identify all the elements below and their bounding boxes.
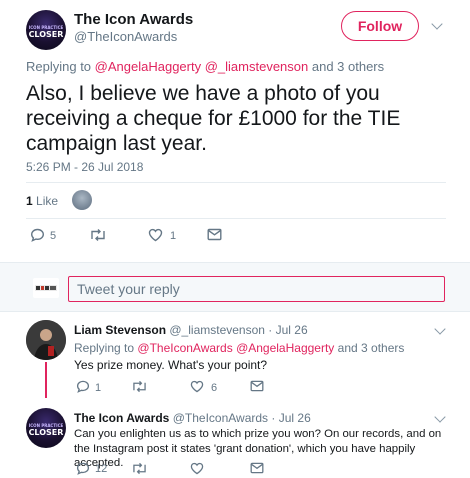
author-handle[interactable]: @TheIconAwards (74, 29, 177, 44)
divider (26, 182, 446, 183)
reply-author-name[interactable]: The Icon Awards (74, 411, 169, 425)
author-avatar[interactable]: ICON PRACTICE CLOSER (26, 10, 66, 50)
divider (26, 218, 446, 219)
reply-input[interactable]: Tweet your reply (68, 276, 445, 302)
retweet-icon[interactable] (89, 228, 107, 242)
reply-date[interactable]: · Jul 26 (268, 323, 307, 337)
reply-date[interactable]: · Jul 26 (271, 411, 310, 425)
reply-replying-to-line: Replying to @TheIconAwards @AngelaHagger… (74, 341, 404, 355)
reply-avatar[interactable] (26, 320, 66, 360)
reply-like-count: 6 (211, 382, 218, 394)
avatar-text-bottom: CLOSER (28, 30, 64, 39)
avatar-text-bottom: CLOSER (28, 428, 64, 437)
reply-more-chevron-icon[interactable] (434, 323, 446, 335)
reply-like-icon[interactable] (190, 380, 204, 393)
author-name[interactable]: The Icon Awards (74, 11, 193, 28)
like-stats-count: 1 (26, 194, 33, 208)
tweet-text: Also, I believe we have a photo of you r… (26, 82, 401, 155)
follow-button[interactable]: Follow (341, 11, 419, 41)
reply-message-icon[interactable] (250, 462, 264, 474)
composer-avatar (33, 278, 59, 298)
reply-reply-icon[interactable] (76, 462, 90, 475)
reply-reply-count: 12 (95, 463, 108, 475)
reply-avatar[interactable]: ICON PRACTICE CLOSER (26, 408, 66, 448)
reply-retweet-icon[interactable] (131, 380, 148, 393)
reply-more-chevron-icon[interactable] (434, 411, 446, 423)
reply-header: The Icon Awards @TheIconAwards · Jul 26 (74, 411, 311, 425)
reply-replying-to-mentions[interactable]: @TheIconAwards @AngelaHaggerty (137, 341, 334, 355)
reply-author-name[interactable]: Liam Stevenson (74, 323, 166, 337)
reply-author-handle[interactable]: @_liamstevenson (169, 323, 265, 337)
reply-text: Yes prize money. What's your point? (74, 358, 268, 372)
liker-avatar[interactable] (72, 190, 92, 210)
reply-message-icon[interactable] (250, 380, 264, 392)
more-options-chevron-icon[interactable] (431, 18, 443, 30)
replying-to-others[interactable]: and 3 others (312, 59, 384, 74)
reply-input-placeholder: Tweet your reply (77, 281, 180, 297)
reply-retweet-icon[interactable] (131, 462, 148, 475)
reply-author-handle[interactable]: @TheIconAwards (173, 411, 268, 425)
like-icon[interactable] (148, 228, 163, 242)
replying-to-line: Replying to @AngelaHaggerty @_liamsteven… (26, 59, 384, 74)
replying-to-mentions[interactable]: @AngelaHaggerty @_liamstevenson (95, 59, 309, 74)
like-count: 1 (170, 230, 177, 242)
like-stats-label: Like (36, 194, 59, 208)
reply-header: Liam Stevenson @_liamstevenson · Jul 26 (74, 323, 308, 337)
reply-icon[interactable] (30, 228, 45, 242)
reply-like-icon[interactable] (190, 462, 204, 475)
reply-count: 5 (50, 230, 57, 242)
replying-to-prefix: Replying to (26, 59, 92, 74)
thread-line (45, 362, 47, 398)
tweet-timestamp[interactable]: 5:26 PM - 26 Jul 2018 (26, 160, 143, 174)
follow-button-label: Follow (357, 18, 403, 34)
reply-replying-to-others[interactable]: and 3 others (338, 341, 405, 355)
reply-reply-icon[interactable] (76, 380, 90, 393)
like-stats[interactable]: 1 Like (26, 194, 58, 208)
reply-reply-count: 1 (95, 382, 102, 394)
message-icon[interactable] (207, 228, 222, 241)
reply-replying-to-prefix: Replying to (74, 341, 135, 355)
